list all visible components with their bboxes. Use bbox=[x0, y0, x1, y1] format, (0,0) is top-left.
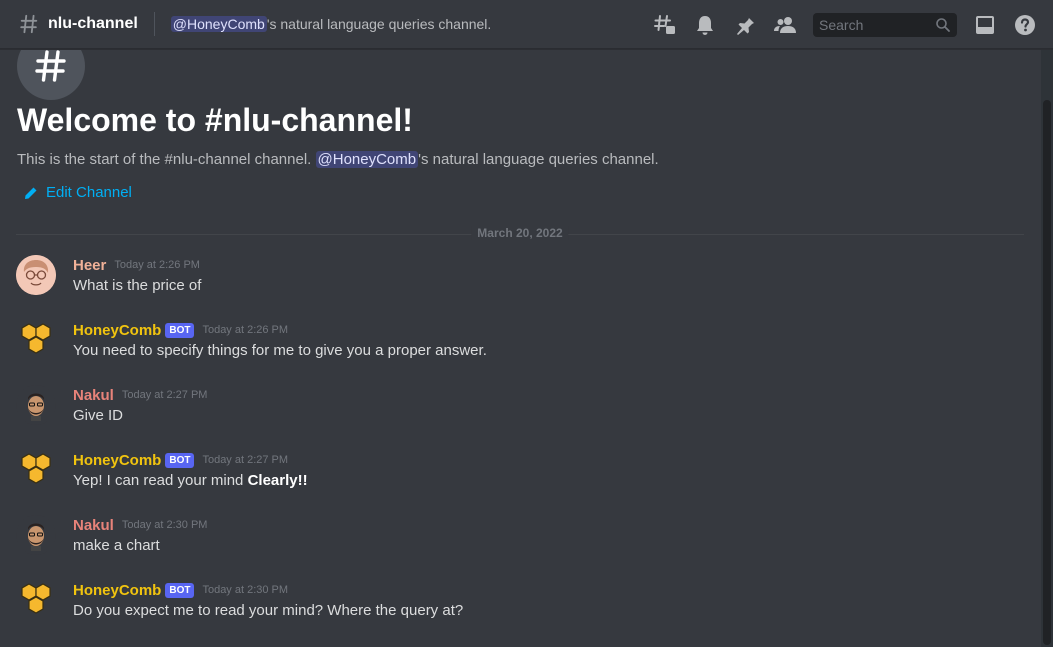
hash-icon bbox=[20, 14, 38, 34]
channel-name: nlu-channel bbox=[48, 15, 138, 32]
message-text: make a chart bbox=[73, 537, 160, 554]
message-item: HoneyComb BOT Today at 2:27 PM Yep! I ca… bbox=[16, 450, 1016, 510]
date-divider: March 20, 2022 bbox=[16, 226, 1024, 240]
honeycomb-icon bbox=[21, 583, 51, 614]
message-text: Give ID bbox=[73, 407, 124, 424]
author-name[interactable]: HoneyComb bbox=[73, 582, 161, 599]
timestamp: Today at 2:30 PM bbox=[202, 584, 289, 596]
date-divider-label: March 20, 2022 bbox=[471, 226, 569, 240]
hash-icon bbox=[35, 50, 66, 82]
bell-icon[interactable] bbox=[693, 13, 717, 37]
members-icon[interactable] bbox=[773, 13, 797, 37]
bot-tag: BOT bbox=[165, 582, 195, 598]
message-item: Nakul Today at 2:30 PM make a chart bbox=[16, 515, 1016, 575]
welcome-title: Welcome to #nlu-channel! bbox=[17, 102, 413, 138]
message-text: Do you expect me to read your mind? Wher… bbox=[73, 602, 464, 619]
welcome-subtitle-prefix: This is the start of the #nlu-channel ch… bbox=[17, 151, 316, 168]
channel-header: nlu-channel @HoneyComb's natural languag… bbox=[0, 0, 1053, 49]
header-toolbar bbox=[653, 0, 1053, 49]
threads-icon[interactable] bbox=[653, 13, 677, 37]
message-text: What is the price of bbox=[73, 277, 202, 294]
welcome-subtitle: This is the start of the #nlu-channel ch… bbox=[17, 151, 659, 168]
message-header: HoneyComb BOT Today at 2:27 PM bbox=[73, 450, 288, 470]
scrollbar[interactable] bbox=[1041, 50, 1053, 647]
timestamp: Today at 2:26 PM bbox=[114, 259, 200, 271]
timestamp: Today at 2:26 PM bbox=[202, 324, 289, 336]
message-header: HoneyComb BOT Today at 2:30 PM bbox=[73, 580, 288, 600]
message-item: Heer Today at 2:26 PM What is the price … bbox=[16, 255, 1016, 315]
help-icon[interactable] bbox=[1013, 13, 1037, 37]
author-name[interactable]: Nakul bbox=[73, 517, 114, 534]
message-header: HoneyComb BOT Today at 2:26 PM bbox=[73, 320, 288, 340]
edit-channel-label: Edit Channel bbox=[46, 184, 132, 201]
avatar[interactable] bbox=[16, 580, 56, 620]
channel-topic: @HoneyComb's natural language queries ch… bbox=[170, 16, 492, 32]
honeycomb-icon bbox=[21, 323, 51, 354]
timestamp: Today at 2:30 PM bbox=[121, 519, 208, 531]
author-name[interactable]: HoneyComb bbox=[73, 452, 161, 469]
inbox-icon[interactable] bbox=[973, 13, 997, 37]
message-header: Heer Today at 2:26 PM bbox=[73, 255, 200, 275]
message-text-bold: Clearly!! bbox=[247, 472, 308, 489]
message-item: HoneyComb BOT Today at 2:30 PM Do you ex… bbox=[16, 580, 1016, 640]
search-input[interactable] bbox=[819, 16, 929, 33]
pin-icon[interactable] bbox=[733, 13, 757, 37]
message-header: Nakul Today at 2:27 PM bbox=[73, 385, 207, 405]
avatar[interactable] bbox=[16, 515, 56, 555]
search-icon bbox=[936, 17, 950, 32]
avatar[interactable] bbox=[16, 255, 56, 295]
message-text-plain: Yep! I can read your mind bbox=[73, 472, 248, 489]
author-name[interactable]: Heer bbox=[73, 257, 106, 274]
honeycomb-icon bbox=[21, 453, 51, 484]
topic-text: 's natural language queries channel. bbox=[266, 16, 492, 32]
author-name[interactable]: Nakul bbox=[73, 387, 114, 404]
welcome-mention[interactable]: @HoneyComb bbox=[315, 151, 419, 168]
message-header: Nakul Today at 2:30 PM bbox=[73, 515, 207, 535]
timestamp: Today at 2:27 PM bbox=[202, 454, 289, 466]
avatar[interactable] bbox=[16, 385, 56, 425]
message-item: HoneyComb BOT Today at 2:26 PM You need … bbox=[16, 320, 1016, 380]
welcome-subtitle-suffix: 's natural language queries channel. bbox=[418, 151, 659, 168]
search-box[interactable] bbox=[813, 12, 957, 37]
pencil-icon bbox=[25, 187, 37, 199]
message-list: Welcome to #nlu-channel! This is the sta… bbox=[0, 50, 1041, 647]
channel-hash-badge bbox=[17, 50, 85, 100]
edit-channel-button[interactable]: Edit Channel bbox=[24, 184, 132, 201]
message-text: Yep! I can read your mind Clearly!! bbox=[73, 472, 308, 489]
bot-tag: BOT bbox=[165, 322, 195, 338]
bot-tag: BOT bbox=[165, 452, 195, 468]
message-item: Nakul Today at 2:27 PM Give ID bbox=[16, 385, 1016, 445]
scrollbar-thumb[interactable] bbox=[1043, 100, 1051, 645]
timestamp: Today at 2:27 PM bbox=[121, 389, 208, 401]
avatar[interactable] bbox=[16, 320, 56, 360]
topic-mention[interactable]: @HoneyComb bbox=[170, 16, 267, 32]
header-divider bbox=[153, 12, 155, 36]
avatar[interactable] bbox=[16, 450, 56, 490]
message-text: You need to specify things for me to giv… bbox=[73, 342, 487, 359]
author-name[interactable]: HoneyComb bbox=[73, 322, 161, 339]
